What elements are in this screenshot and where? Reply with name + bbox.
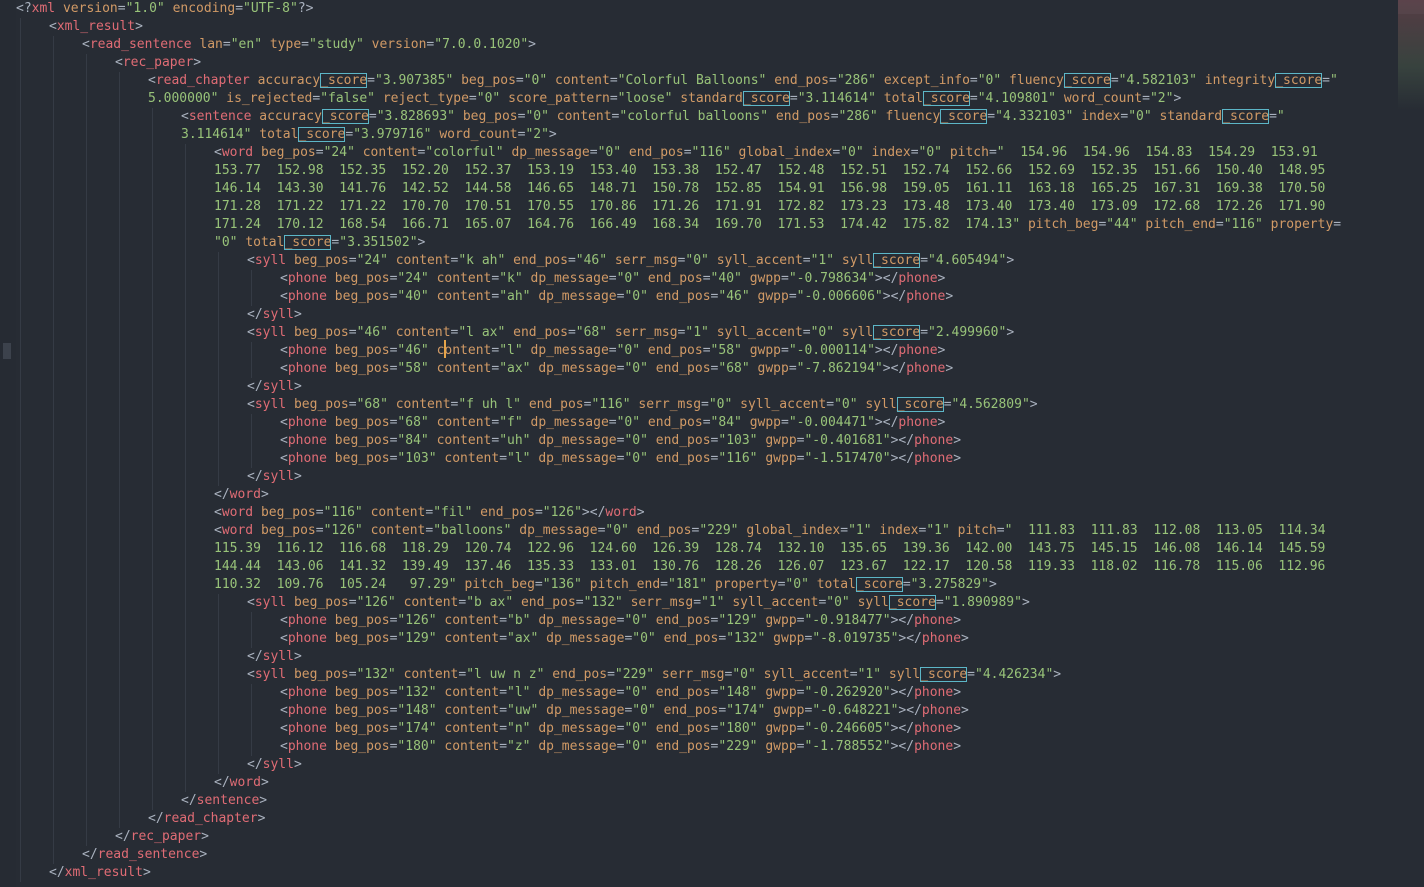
code-line[interactable]: "0" total_score="3.351502">: [214, 234, 425, 252]
code-line[interactable]: <syll beg_pos="132" content="l uw n z" e…: [247, 666, 1061, 684]
indent-guide: [53, 36, 54, 864]
indent-guide: [86, 54, 87, 846]
code-line[interactable]: <phone beg_pos="46" content="l" dp_messa…: [280, 342, 945, 360]
indent-guide: [218, 594, 219, 774]
code-line[interactable]: </word>: [214, 486, 269, 504]
code-line[interactable]: </syll>: [247, 378, 302, 396]
code-line[interactable]: <phone beg_pos="148" content="uw" dp_mes…: [280, 702, 969, 720]
minimap-viewport[interactable]: [1398, 0, 1424, 14]
indent-guide: [218, 252, 219, 486]
code-line[interactable]: </read_chapter>: [148, 810, 265, 828]
code-line[interactable]: <read_chapter accuracy_score="3.907385" …: [148, 72, 1338, 90]
code-line[interactable]: <phone beg_pos="58" content="ax" dp_mess…: [280, 360, 953, 378]
code-line[interactable]: <sentence accuracy_score="3.828693" beg_…: [181, 108, 1285, 126]
code-line[interactable]: <syll beg_pos="46" content="l ax" end_po…: [247, 324, 1014, 342]
indent-guide: [251, 270, 252, 306]
code-line[interactable]: <phone beg_pos="40" content="ah" dp_mess…: [280, 288, 953, 306]
code-line[interactable]: </syll>: [247, 648, 302, 666]
code-line[interactable]: <rec_paper>: [115, 54, 201, 72]
current-line-marker: [3, 343, 11, 359]
code-line[interactable]: 153.77 152.98 152.35 152.20 152.37 153.1…: [214, 162, 1325, 180]
code-line[interactable]: <phone beg_pos="84" content="uh" dp_mess…: [280, 432, 961, 450]
code-line[interactable]: <phone beg_pos="132" content="l" dp_mess…: [280, 684, 961, 702]
code-line[interactable]: 115.39 116.12 116.68 118.29 120.74 122.9…: [214, 540, 1325, 558]
code-line[interactable]: </syll>: [247, 306, 302, 324]
indent-guide: [20, 18, 21, 882]
code-line[interactable]: 144.44 143.06 141.32 139.49 137.46 135.3…: [214, 558, 1325, 576]
code-line[interactable]: <?xml version="1.0" encoding="UTF-8"?>: [16, 0, 313, 18]
code-line[interactable]: </word>: [214, 774, 269, 792]
code-line[interactable]: <word beg_pos="24" content="colorful" dp…: [214, 144, 1318, 162]
indent-guide: [152, 108, 153, 810]
code-line[interactable]: 171.24 170.12 168.54 166.71 165.07 164.7…: [214, 216, 1341, 234]
indent-guide: [251, 414, 252, 468]
code-line[interactable]: <phone beg_pos="68" content="f" dp_messa…: [280, 414, 945, 432]
code-line[interactable]: </sentence>: [181, 792, 267, 810]
code-line[interactable]: 5.000000" is_rejected="false" reject_typ…: [148, 90, 1181, 108]
code-line[interactable]: <syll beg_pos="126" content="b ax" end_p…: [247, 594, 1030, 612]
code-line[interactable]: <phone beg_pos="174" content="n" dp_mess…: [280, 720, 961, 738]
code-line[interactable]: </xml_result>: [49, 864, 151, 882]
code-line[interactable]: 146.14 143.30 141.76 142.52 144.58 146.6…: [214, 180, 1325, 198]
code-line[interactable]: <phone beg_pos="24" content="k" dp_messa…: [280, 270, 945, 288]
code-line[interactable]: 110.32 109.76 105.24 97.29" pitch_beg="1…: [214, 576, 997, 594]
code-line[interactable]: </read_sentence>: [82, 846, 207, 864]
code-line[interactable]: <xml_result>: [49, 18, 143, 36]
indent-guide: [251, 342, 252, 378]
code-line[interactable]: <syll beg_pos="24" content="k ah" end_po…: [247, 252, 1014, 270]
indent-guide: [251, 684, 252, 756]
indent-guide: [251, 612, 252, 648]
code-line[interactable]: 3.114614" total_score="3.979716" word_co…: [181, 126, 557, 144]
code-line[interactable]: <word beg_pos="116" content="fil" end_po…: [214, 504, 645, 522]
code-line[interactable]: </syll>: [247, 756, 302, 774]
code-line[interactable]: <phone beg_pos="180" content="z" dp_mess…: [280, 738, 961, 756]
code-line[interactable]: <phone beg_pos="129" content="ax" dp_mes…: [280, 630, 969, 648]
code-line[interactable]: </rec_paper>: [115, 828, 209, 846]
code-line[interactable]: 171.28 171.22 171.22 170.70 170.51 170.5…: [214, 198, 1325, 216]
code-editor[interactable]: <?xml version="1.0" encoding="UTF-8"?> <x…: [0, 0, 1424, 887]
line-gutter: [0, 0, 16, 887]
code-line[interactable]: <phone beg_pos="126" content="b" dp_mess…: [280, 612, 961, 630]
code-line[interactable]: <phone beg_pos="103" content="l" dp_mess…: [280, 450, 961, 468]
code-line[interactable]: </syll>: [247, 468, 302, 486]
indent-guide: [119, 72, 120, 828]
text-cursor: [444, 340, 446, 358]
code-line[interactable]: <read_sentence lan="en" type="study" ver…: [82, 36, 536, 54]
minimap[interactable]: [1398, 0, 1424, 110]
code-line[interactable]: <word beg_pos="126" content="balloons" d…: [214, 522, 1326, 540]
code-line[interactable]: <syll beg_pos="68" content="f uh l" end_…: [247, 396, 1038, 414]
indent-guide: [185, 144, 186, 792]
